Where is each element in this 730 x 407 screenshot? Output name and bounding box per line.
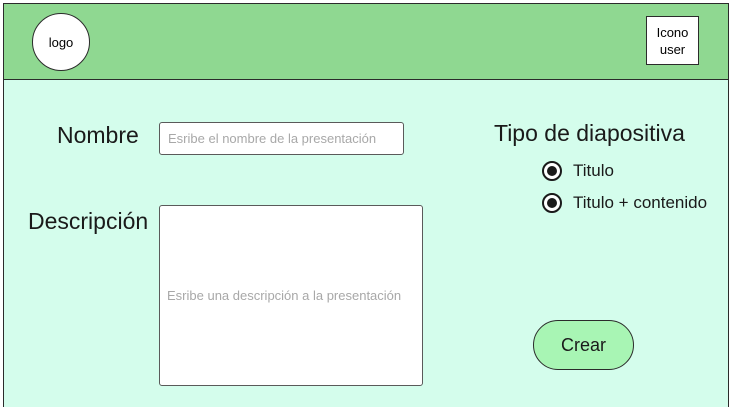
description-textarea[interactable]: Esribe una descripción a la presentación [159, 205, 423, 386]
header-bar: logo Icono user [4, 4, 728, 80]
radio-option-label: Titulo + contenido [573, 193, 708, 212]
radio-option-titulo[interactable]: Titulo [542, 161, 614, 181]
description-placeholder: Esribe una descripción a la presentación [167, 288, 402, 303]
name-label: Nombre [57, 122, 139, 148]
radio-button[interactable] [542, 161, 562, 181]
name-input[interactable] [159, 122, 404, 155]
radio-option-titulo-contenido[interactable]: Titulo + contenido [542, 193, 707, 213]
description-label: Descripción [28, 208, 149, 234]
user-icon[interactable]: Icono user [646, 16, 699, 65]
radio-selected-dot [547, 198, 557, 208]
radio-option-label: Titulo [573, 161, 614, 180]
logo-label: logo [48, 34, 74, 50]
create-button[interactable]: Crear [533, 320, 634, 370]
radio-selected-dot [547, 166, 557, 176]
slide-type-heading: Tipo de diapositiva [494, 120, 685, 146]
radio-button[interactable] [542, 193, 562, 213]
app-frame: logo Icono user Nombre Descripción Esrib… [3, 3, 729, 407]
logo[interactable]: logo [32, 13, 90, 71]
